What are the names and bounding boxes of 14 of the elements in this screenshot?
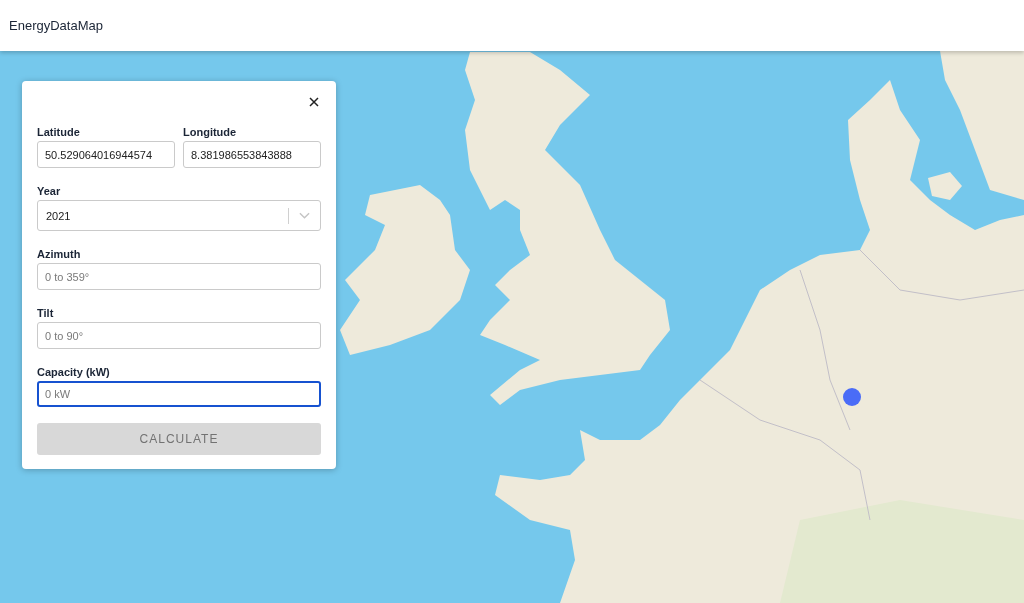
location-marker-icon[interactable]	[843, 388, 861, 406]
field-label: Tilt	[37, 306, 54, 320]
field-label: Longitude	[183, 125, 237, 139]
field-label: Capacity (kW)	[37, 365, 110, 379]
field-label: Year	[37, 184, 61, 198]
input-field[interactable]: 0 kW	[37, 381, 321, 407]
input-field[interactable]: 50.529064016944574	[37, 141, 175, 168]
input-field[interactable]: 8.381986553843888	[183, 141, 321, 168]
app-title: EnergyDataMap	[9, 18, 103, 33]
field-label: Azimuth	[37, 247, 81, 261]
chevron-icon	[299, 212, 310, 219]
field-label: Latitude	[37, 125, 80, 139]
year-select[interactable]: 2021	[37, 200, 321, 231]
close-icon[interactable]	[309, 97, 319, 107]
